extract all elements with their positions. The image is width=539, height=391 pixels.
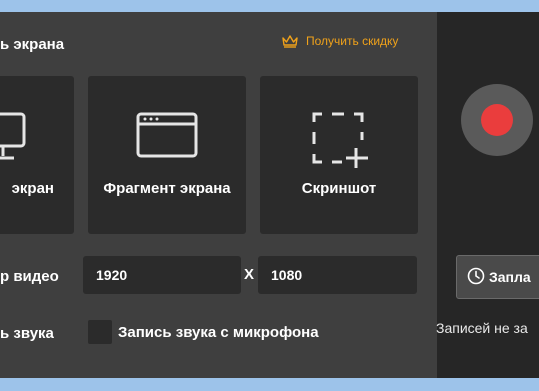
recordings-status: Записей не за <box>436 320 528 336</box>
screenshot-icon <box>312 110 376 175</box>
mic-audio-label: Запись звука с микрофона <box>118 324 319 341</box>
video-height-input[interactable]: 1080 <box>258 256 417 294</box>
size-separator: X <box>244 266 255 283</box>
recorder-window: ь экрана Получить скидку экран Фрагмент … <box>0 12 539 378</box>
system-audio-label: ь звука <box>0 325 54 342</box>
mode-fullscreen-card[interactable]: экран <box>0 76 74 234</box>
video-width-input[interactable]: 1920 <box>83 256 241 294</box>
mic-audio-checkbox[interactable] <box>88 320 112 344</box>
discount-label: Получить скидку <box>306 34 399 48</box>
mode-fragment-card[interactable]: Фрагмент экрана <box>88 76 246 234</box>
record-button[interactable] <box>461 84 533 156</box>
discount-link[interactable]: Получить скидку <box>282 34 398 48</box>
page-title: ь экрана <box>0 36 65 53</box>
record-dot-icon <box>481 104 513 136</box>
mode-fullscreen-label: экран <box>11 180 54 197</box>
schedule-label: Запла <box>489 269 531 285</box>
schedule-button[interactable]: Запла <box>456 255 539 299</box>
monitor-icon <box>0 110 28 175</box>
mode-screenshot-label: Скриншот <box>301 180 377 197</box>
window-icon <box>136 110 200 167</box>
video-size-label: р видео <box>0 268 59 285</box>
crown-icon <box>282 34 298 48</box>
mode-screenshot-card[interactable]: Скриншот <box>260 76 418 234</box>
clock-icon <box>467 267 485 288</box>
mode-fragment-label: Фрагмент экрана <box>103 180 231 197</box>
